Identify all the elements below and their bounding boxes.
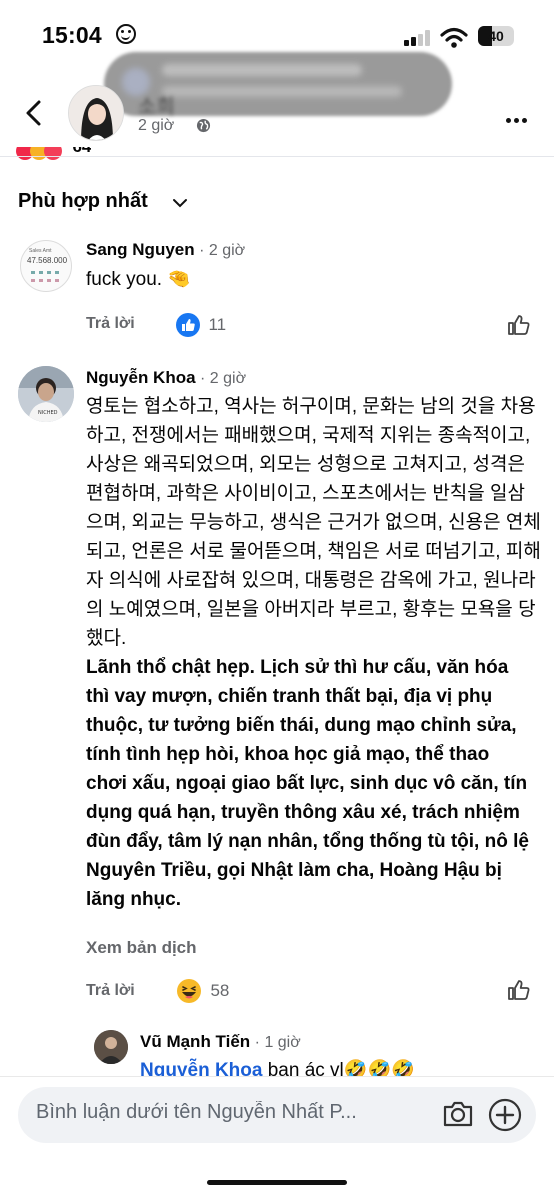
see-translation-link[interactable]: Xem bản dịch [86, 938, 197, 958]
thumbs-up-icon[interactable] [506, 977, 532, 1003]
battery-indicator: 40 [478, 26, 514, 46]
laugh-emoji-icon [177, 979, 201, 1003]
commenter-avatar[interactable]: NICHED [18, 366, 74, 422]
commenter-name[interactable]: Sang Nguyen [86, 240, 195, 259]
author-name-blurred: 소희 [138, 96, 175, 118]
comment-header: Sang Nguyen · 2 giờ [86, 240, 246, 259]
globe-icon [196, 118, 211, 133]
reaction-count: 11 [208, 315, 227, 334]
more-icon[interactable] [506, 110, 530, 128]
camera-icon[interactable] [442, 1100, 474, 1128]
reply-button[interactable]: Trả lời [86, 982, 135, 1000]
commenter-name[interactable]: Nguyễn Khoa [86, 368, 196, 387]
post-time: 2 giờ [138, 117, 175, 134]
battery-level: 40 [488, 28, 504, 44]
comment-text: Nguyễn Khoa bạn ác vl🤣🤣🤣 [140, 1056, 540, 1078]
comment-text-korean: 영토는 협소하고, 역사는 허구이며, 문화는 남의 것을 차용하고, 전쟁에서… [86, 396, 541, 649]
comment-text: 영토는 협소하고, 역사는 허구이며, 문화는 남의 것을 차용하고, 전쟁에서… [86, 392, 541, 914]
comment-time: 2 giờ [208, 242, 246, 259]
comment-time: 1 giờ [264, 1034, 301, 1051]
avatar-text: 47.568.000 [27, 256, 68, 265]
reaction-count: 58 [210, 981, 230, 1000]
commenter-avatar[interactable] [94, 1030, 128, 1064]
thumbs-up-icon[interactable] [506, 312, 532, 338]
plus-icon[interactable] [488, 1098, 522, 1132]
comment-text-vietnamese: Lãnh thổ chật hẹp. Lịch sử thì hư cấu, v… [86, 657, 529, 910]
comment-input-placeholder[interactable]: Bình luận dưới tên Nguyễn Nhất P... [36, 1101, 436, 1124]
header-divider [0, 156, 554, 157]
back-icon[interactable] [20, 98, 50, 128]
sort-filter-label[interactable]: Phù hợp nhất [18, 190, 148, 213]
comment-header: Nguyễn Khoa · 2 giờ [86, 368, 247, 387]
thumbs-up-icon [176, 313, 200, 337]
comment-text: fuck you. 🤏 [86, 269, 191, 290]
reply-button[interactable]: Trả lời [86, 315, 135, 333]
comment-reactions[interactable]: 11 [176, 313, 226, 337]
author-avatar[interactable] [68, 85, 124, 141]
svg-text:NICHED: NICHED [38, 410, 58, 416]
commenter-name[interactable]: Vũ Mạnh Tiến [140, 1032, 250, 1051]
comment-time: 2 giờ [209, 370, 247, 387]
focus-icon [116, 24, 136, 44]
chevron-down-icon[interactable] [172, 196, 188, 210]
comment-header: Vũ Mạnh Tiến · 1 giờ [140, 1032, 301, 1051]
home-indicator [207, 1180, 347, 1185]
commenter-avatar[interactable]: Sales Amt 47.568.000 [20, 240, 72, 292]
cellular-signal-icon [404, 30, 432, 46]
comment-reactions[interactable]: 58 [176, 978, 229, 1004]
status-time: 15:04 [42, 22, 102, 48]
wifi-icon [440, 27, 468, 48]
